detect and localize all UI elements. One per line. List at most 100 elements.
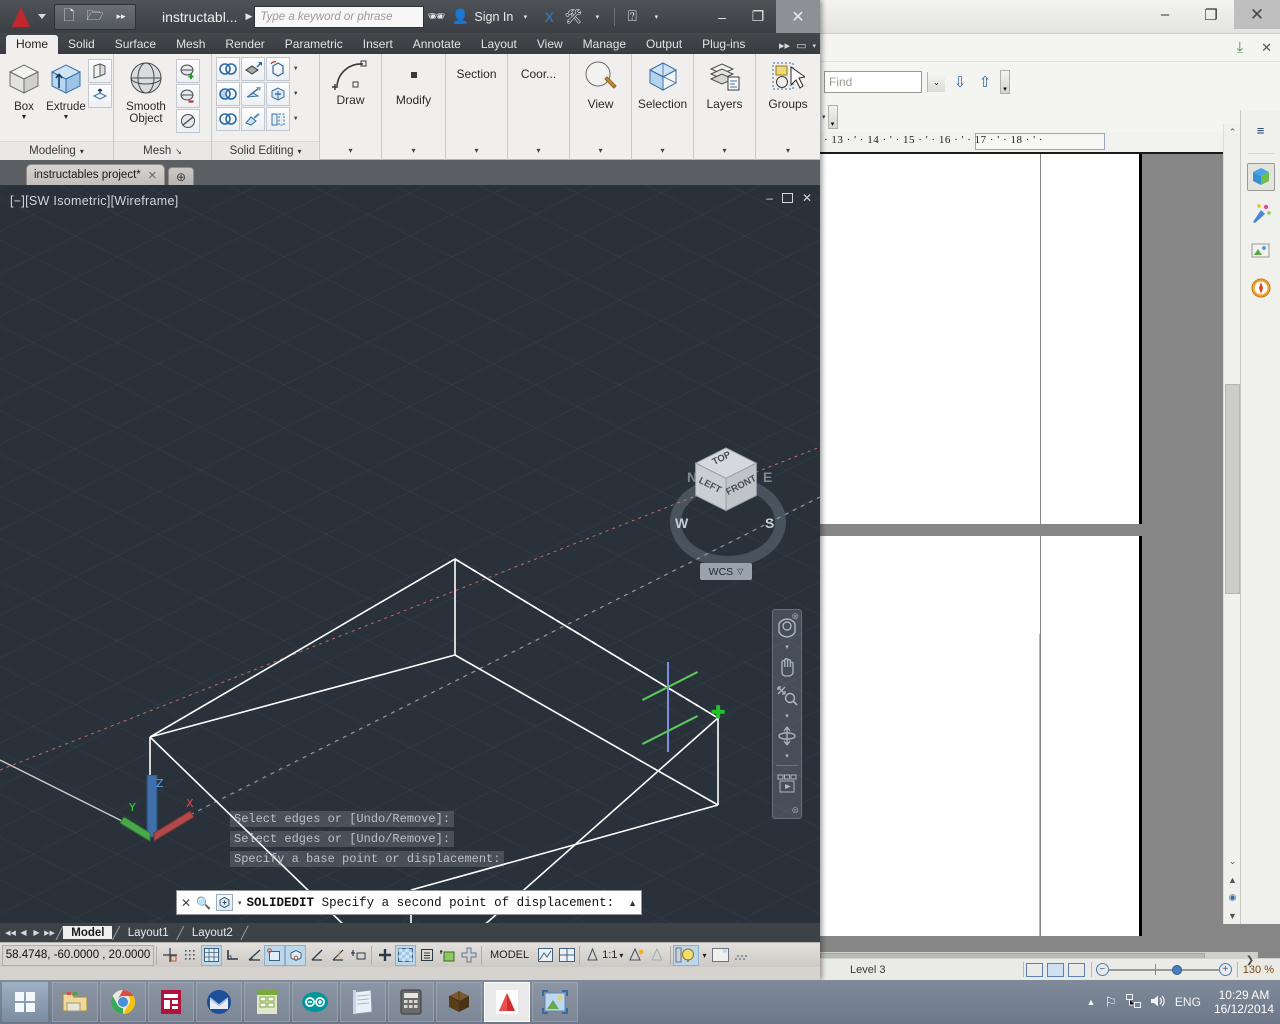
image-icon[interactable] — [1247, 237, 1275, 265]
layout-tab-layout1[interactable]: Layout1 — [120, 926, 177, 939]
transparency-icon[interactable] — [395, 945, 416, 966]
infer-constraints-icon[interactable] — [159, 945, 180, 966]
panel-mesh[interactable]: Smooth Object Mesh ↘ — [114, 54, 212, 160]
word-document-area[interactable]: ❯ — [820, 154, 1280, 990]
action-center-flag-icon[interactable]: ⚐ — [1104, 994, 1117, 1011]
word-ruler[interactable]: · 13 · ' · 14 · ' · 15 · ' · 16 · ' · 17… — [820, 132, 1280, 154]
smooth-less-icon[interactable] — [176, 84, 200, 108]
taskbar-photo-viewer[interactable] — [532, 982, 578, 1022]
lineweight-icon[interactable] — [374, 945, 395, 966]
new-file-icon[interactable]: 🗋 — [59, 7, 79, 27]
vscroll-down-arrow[interactable]: ⌄ — [1224, 853, 1241, 870]
layout-tab-strip[interactable]: ◀◀ ◀ ▶ ▶▶ ╱ Model ╱ Layout1 ╱ Layout2 ╱ — [0, 923, 820, 942]
search-binoculars-icon[interactable]: 🕶 — [424, 6, 448, 28]
autodesk-logo-icon[interactable] — [6, 4, 36, 30]
word-close-button[interactable]: ✕ — [1234, 0, 1280, 29]
autodesk-exchange-icon[interactable]: X — [537, 6, 561, 28]
command-icon-dropdown[interactable]: ▾ — [238, 899, 242, 907]
open-file-icon[interactable]: 🗁 — [85, 7, 105, 27]
command-expand-icon[interactable]: ▲ — [628, 898, 637, 908]
taskbar-thunderbird[interactable] — [196, 982, 242, 1022]
no-crease-icon[interactable] — [176, 109, 200, 133]
effects-icon[interactable] — [1247, 200, 1275, 228]
ortho-mode-icon[interactable] — [222, 945, 243, 966]
taskbar-notepad[interactable] — [340, 982, 386, 1022]
space-label[interactable]: MODEL — [484, 949, 535, 961]
union-icon[interactable] — [216, 57, 240, 81]
visual-styles-button[interactable]: View — [574, 57, 627, 111]
coordinates-button[interactable]: Coor... — [512, 57, 565, 81]
search-input[interactable]: Type a keyword or phrase — [254, 6, 424, 28]
subtract-icon[interactable] — [216, 82, 240, 106]
more-tabs-icon[interactable]: ▸▸ — [779, 39, 790, 52]
panel-groups[interactable]: Groups ▾ — [756, 54, 820, 160]
hscroll-right-arrow[interactable]: ❯ — [1242, 955, 1258, 966]
panel-title-modeling[interactable]: Modeling ▾ — [0, 141, 113, 160]
viewport-config-icon[interactable] — [556, 945, 577, 966]
taskbar-file-explorer[interactable] — [52, 982, 98, 1022]
dynamic-input-icon[interactable] — [348, 945, 369, 966]
object-snap-tracking-icon[interactable] — [306, 945, 327, 966]
more-commands-icon[interactable]: ▸▸ — [111, 7, 131, 27]
autocad-minimize-button[interactable]: – — [704, 0, 740, 33]
taskbar-minecraft[interactable] — [436, 982, 482, 1022]
panel-modify[interactable]: Modify ▾ — [382, 54, 446, 160]
smooth-more-icon[interactable] — [176, 59, 200, 83]
smooth-object-button[interactable]: Smooth Object — [118, 57, 174, 125]
panel-groups-expand-icon[interactable]: ▾ — [756, 141, 820, 159]
ribbon-tab-strip[interactable]: Home Solid Surface Mesh Render Parametri… — [0, 33, 820, 54]
modeling-small-buttons[interactable] — [88, 57, 112, 108]
panel-coordinates[interactable]: Coor... ▾ — [508, 54, 570, 160]
ribbon-panel-area[interactable]: Box ▼ Extrude ▼ — [0, 54, 820, 160]
toolbar-overflow-2-icon[interactable]: ▾ — [828, 105, 838, 129]
word-right-sidebar[interactable]: ≡ — [1240, 110, 1280, 924]
pan-hand-icon[interactable] — [774, 654, 800, 680]
command-prompt-text[interactable]: SOLIDEDIT Specify a second point of disp… — [247, 896, 624, 910]
panel-draw[interactable]: Draw ▾ — [320, 54, 382, 160]
navbar-customize-icon[interactable]: ⊜ — [791, 805, 799, 816]
panel-title-mesh[interactable]: Mesh ↘ — [114, 141, 211, 160]
two-page-view-icon[interactable] — [1047, 963, 1064, 977]
volume-icon[interactable] — [1150, 994, 1166, 1011]
box-button[interactable]: Box ▼ — [4, 57, 44, 121]
tab-layout[interactable]: Layout — [471, 35, 527, 54]
windows-start-icon[interactable] — [2, 982, 48, 1022]
taskbar-arduino[interactable] — [292, 982, 338, 1022]
taskbar-autocad[interactable] — [484, 982, 530, 1022]
panel-modeling[interactable]: Box ▼ Extrude ▼ — [0, 54, 114, 160]
shell-icon[interactable] — [266, 57, 290, 81]
tab-insert[interactable]: Insert — [353, 35, 403, 54]
presspull-icon[interactable] — [88, 84, 112, 108]
ribbon-options-arrow-icon[interactable]: ▾ — [812, 42, 816, 50]
grid-display-icon[interactable] — [201, 945, 222, 966]
tab-surface[interactable]: Surface — [105, 35, 166, 54]
taskbar-calculator[interactable] — [388, 982, 434, 1022]
vertical-scrollbar[interactable]: ⌃ ⌄ ▲ ◉ ▼ — [1223, 124, 1240, 924]
panel-layers[interactable]: Layers ▾ — [694, 54, 756, 160]
shell-dropdown-icon[interactable]: ▼ — [291, 57, 300, 81]
layout-tab-layout2[interactable]: Layout2 — [184, 926, 241, 939]
hardware-acceleration-icon[interactable] — [709, 945, 731, 966]
word-restore-button[interactable]: ❐ — [1188, 0, 1234, 29]
exchange-dropdown-icon[interactable]: ▾ — [585, 6, 609, 28]
annotation-scale-dropdown-icon[interactable]: ▾ — [619, 951, 623, 960]
taskbar-publisher[interactable] — [148, 982, 194, 1022]
panel-section-expand-icon[interactable]: ▾ — [446, 141, 507, 159]
vscroll-thumb[interactable] — [1225, 384, 1240, 594]
panel-draw-expand-icon[interactable]: ▾ — [320, 141, 381, 159]
extrude-button[interactable]: Extrude ▼ — [46, 57, 86, 121]
toolbar-overflow-icon[interactable]: ▾ — [1000, 70, 1010, 94]
tab-plugins[interactable]: Plug-ins — [692, 35, 755, 54]
find-dropdown-icon[interactable]: ⌄ — [927, 72, 945, 92]
ucs-dropdown-button[interactable]: WCS ▽ — [700, 563, 752, 580]
panel-view-expand-icon[interactable]: ▾ — [570, 141, 631, 159]
autocad-window[interactable]: 🗋 🗁 ▸▸ instructabl... ▶ Type a keyword o… — [0, 0, 820, 980]
chevron-down-icon[interactable]: ▾ — [822, 113, 826, 121]
clean-icon[interactable] — [241, 107, 265, 131]
polysolid-icon[interactable] — [88, 59, 112, 83]
draw-button[interactable]: Draw — [324, 57, 377, 107]
auto-add-scale-icon[interactable] — [647, 945, 668, 966]
close-icon[interactable]: ✕ — [1261, 40, 1272, 56]
last-layout-button[interactable]: ▶▶ — [43, 929, 56, 937]
intersect-icon[interactable] — [216, 107, 240, 131]
